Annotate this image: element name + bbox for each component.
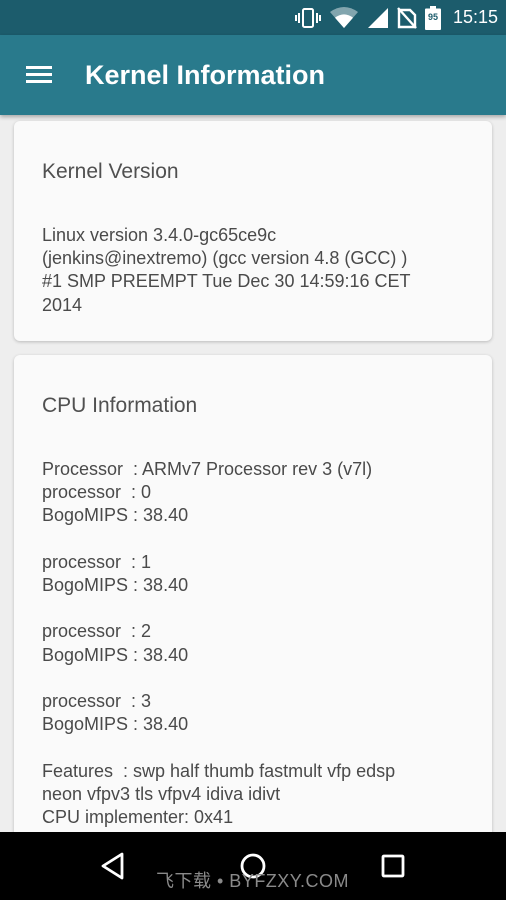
cellular-signal-icon — [367, 7, 389, 29]
vibrate-icon — [294, 7, 321, 28]
navigation-bar: 飞下载 • BYFZXY.COM — [0, 832, 506, 900]
app-bar: Kernel Information — [0, 35, 506, 115]
cpu-information-title: CPU Information — [42, 394, 198, 417]
battery-icon: 95 — [424, 5, 441, 30]
hamburger-menu-icon[interactable] — [24, 63, 54, 87]
scroll-content[interactable]: Kernel Version Linux version 3.4.0-gc65c… — [0, 115, 506, 832]
page-title: Kernel Information — [85, 60, 326, 90]
kernel-version-card: Kernel Version Linux version 3.4.0-gc65c… — [14, 121, 492, 341]
cpu-information-text: Processor : ARMv7 Processor rev 3 (v7l) … — [42, 459, 396, 828]
wifi-icon — [329, 6, 359, 29]
kernel-version-title: Kernel Version — [42, 160, 179, 183]
cpu-information-card: CPU Information Processor : ARMv7 Proces… — [14, 355, 492, 832]
watermark-text: 飞下载 • BYFZXY.COM — [156, 871, 349, 891]
battery-level: 95 — [427, 11, 438, 22]
status-time: 15:15 — [452, 7, 498, 27]
status-bar: 95 15:15 — [0, 0, 506, 35]
kernel-version-text: Linux version 3.4.0-gc65ce9c (jenkins@in… — [42, 225, 411, 315]
back-icon[interactable] — [95, 848, 131, 884]
recents-icon[interactable] — [375, 848, 411, 884]
status-icons: 95 15:15 — [294, 0, 498, 35]
no-sim-icon — [397, 6, 417, 29]
